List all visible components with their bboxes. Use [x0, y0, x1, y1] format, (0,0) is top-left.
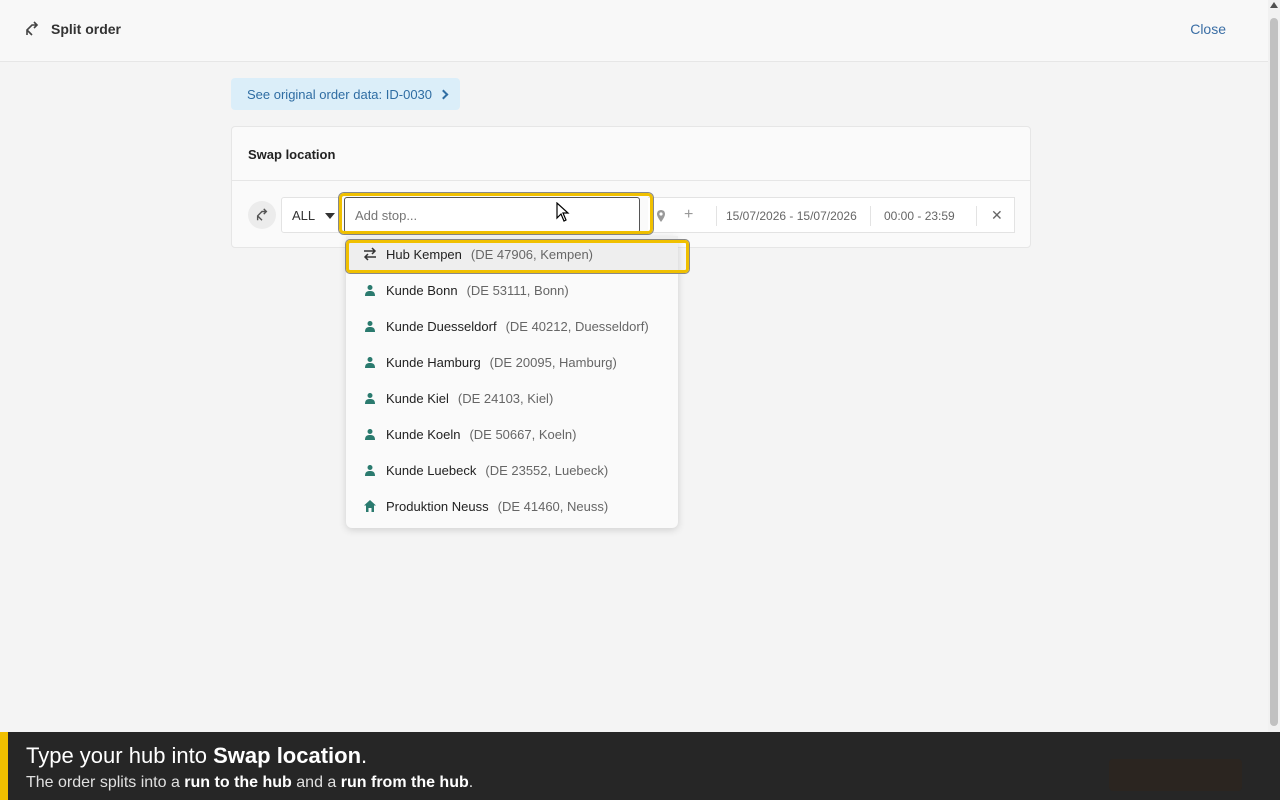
- stop-input-wrapper[interactable]: [344, 197, 640, 233]
- stop-option[interactable]: Kunde Luebeck (DE 23552, Luebeck): [346, 452, 678, 488]
- stop-option-meta: (DE 20095, Hamburg): [489, 354, 617, 370]
- card-title: Swap location: [248, 147, 336, 162]
- stop-option-meta: (DE 41460, Neuss): [497, 498, 609, 514]
- home-icon: [362, 498, 378, 514]
- person-icon: [362, 426, 378, 442]
- time-range-field[interactable]: 00:00 - 23:59: [884, 209, 955, 223]
- close-button[interactable]: Close: [1190, 21, 1226, 37]
- person-icon: [362, 354, 378, 370]
- person-icon: [362, 318, 378, 334]
- separator: [870, 206, 871, 226]
- banner-accent: [0, 732, 8, 800]
- stop-option-name: Kunde Luebeck: [386, 462, 477, 478]
- tutorial-banner: Type your hub into Swap location. The or…: [0, 732, 1280, 800]
- stop-filter-select[interactable]: ALL: [281, 197, 341, 233]
- stop-option[interactable]: Hub Kempen (DE 47906, Kempen): [346, 236, 678, 272]
- original-order-link-label: See original order data: ID-0030: [247, 86, 433, 102]
- split-route-icon: [26, 21, 39, 36]
- stop-option-meta: (DE 50667, Koeln): [469, 426, 577, 442]
- stop-details: + 15/07/2026 - 15/07/2026 00:00 - 23:59 …: [648, 197, 1015, 233]
- stop-dropdown: Hub Kempen (DE 47906, Kempen) Kunde Bonn (D…: [346, 236, 678, 528]
- person-icon: [362, 282, 378, 298]
- swap-icon: [362, 246, 378, 262]
- stop-option[interactable]: Kunde Kiel (DE 24103, Kiel): [346, 380, 678, 416]
- stop-option-name: Kunde Bonn: [386, 282, 458, 298]
- swap-location-card: Swap location ALL + 15/07/2026 - 15/07/2…: [231, 126, 1031, 248]
- chevron-down-icon: [325, 213, 335, 219]
- header-bar: Split order Close: [0, 0, 1268, 62]
- scroll-up-icon[interactable]: [1270, 2, 1278, 8]
- stop-option-name: Kunde Kiel: [386, 390, 449, 406]
- stop-input[interactable]: [345, 198, 639, 232]
- stop-option-name: Kunde Koeln: [386, 426, 461, 442]
- remove-stop-icon[interactable]: ✕: [991, 207, 1003, 224]
- stop-option-meta: (DE 24103, Kiel): [457, 390, 554, 406]
- stop-option-meta: (DE 47906, Kempen): [470, 246, 594, 262]
- stop-option-name: Kunde Hamburg: [386, 354, 481, 370]
- chevron-right-icon: [438, 89, 449, 99]
- add-icon[interactable]: +: [684, 206, 693, 224]
- stop-option[interactable]: Kunde Hamburg (DE 20095, Hamburg): [346, 344, 678, 380]
- map-pin-icon[interactable]: [654, 209, 668, 223]
- separator: [716, 206, 717, 226]
- stop-option-name: Produktion Neuss: [386, 498, 489, 514]
- stop-option-meta: (DE 53111, Bonn): [466, 282, 569, 298]
- person-icon: [362, 462, 378, 478]
- stop-option-meta: (DE 23552, Luebeck): [485, 462, 609, 478]
- scrollbar[interactable]: [1268, 0, 1280, 732]
- stop-option[interactable]: Produktion Neuss (DE 41460, Neuss): [346, 488, 678, 524]
- scrollbar-thumb[interactable]: [1270, 18, 1278, 726]
- separator: [976, 206, 977, 226]
- stop-option[interactable]: Kunde Duesseldorf (DE 40212, Duesseldorf): [346, 308, 678, 344]
- page-title: Split order: [51, 21, 122, 37]
- stop-option[interactable]: Kunde Bonn (DE 53111, Bonn): [346, 272, 678, 308]
- route-icon: [248, 201, 276, 229]
- divider: [232, 180, 1030, 181]
- stop-filter-value: ALL: [292, 207, 316, 223]
- tutorial-next-button[interactable]: [1109, 759, 1242, 791]
- person-icon: [362, 390, 378, 406]
- stop-option-meta: (DE 40212, Duesseldorf): [505, 318, 649, 334]
- mouse-cursor-icon: [556, 202, 570, 222]
- original-order-link[interactable]: See original order data: ID-0030: [231, 78, 460, 110]
- tutorial-line-1: Type your hub into Swap location.: [26, 743, 368, 768]
- stop-option[interactable]: Kunde Koeln (DE 50667, Koeln): [346, 416, 678, 452]
- stop-row: ALL + 15/07/2026 - 15/07/2026 00:00 - 23…: [248, 197, 1015, 233]
- stop-option-name: Kunde Duesseldorf: [386, 318, 497, 334]
- stop-option-name: Hub Kempen: [386, 246, 462, 262]
- tutorial-line-2: The order splits into a run to the hub a…: [26, 774, 474, 791]
- date-range-field[interactable]: 15/07/2026 - 15/07/2026: [726, 209, 862, 223]
